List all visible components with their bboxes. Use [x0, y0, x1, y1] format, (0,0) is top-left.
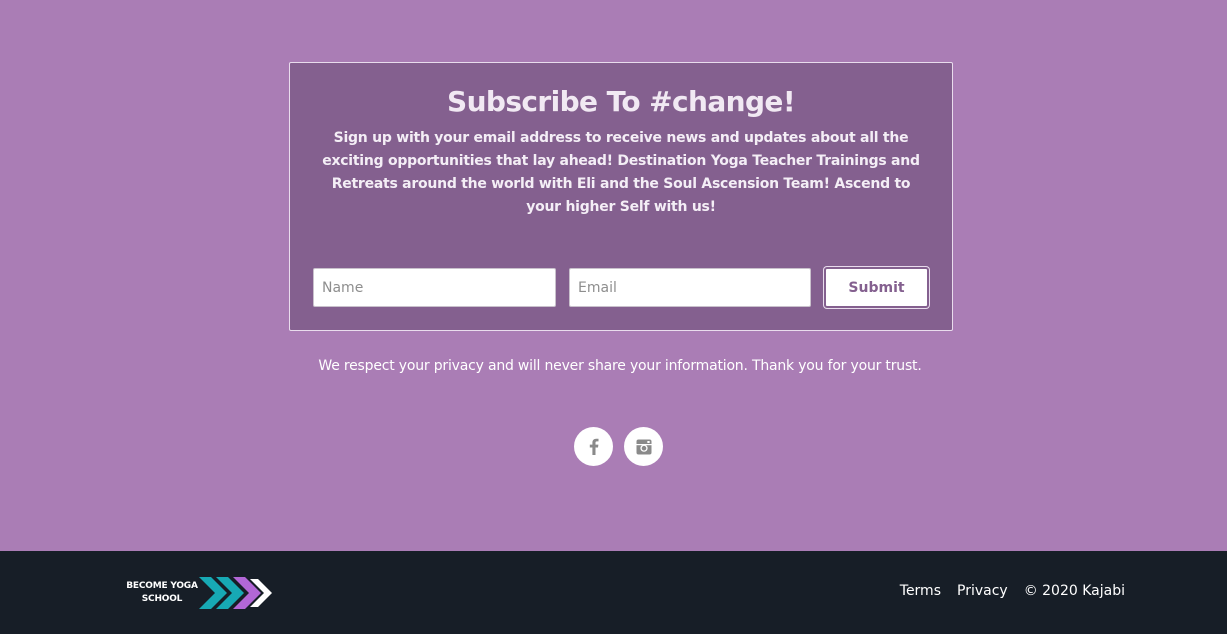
- privacy-notice: We respect your privacy and will never s…: [318, 358, 922, 374]
- facebook-link[interactable]: [574, 427, 613, 466]
- brand-logo[interactable]: BECOME YOGA SCHOOL: [122, 574, 274, 612]
- instagram-link[interactable]: [624, 427, 663, 466]
- facebook-icon: [589, 438, 598, 455]
- logo-line-2: SCHOOL: [141, 594, 183, 604]
- footer-copyright: © 2020 Kajabi: [1023, 583, 1125, 599]
- footer-link-privacy[interactable]: Privacy: [957, 583, 1008, 599]
- logo-text: BECOME YOGA SCHOOL: [122, 580, 202, 606]
- subscribe-card: Subscribe To #change! Sign up with your …: [289, 62, 953, 331]
- footer-links: Terms Privacy © 2020 Kajabi: [900, 583, 1125, 599]
- footer-link-terms[interactable]: Terms: [900, 583, 941, 599]
- chevrons-logo-icon: [199, 577, 272, 609]
- name-input[interactable]: [313, 268, 556, 307]
- email-input[interactable]: [569, 268, 811, 307]
- subscribe-title: Subscribe To #change!: [447, 85, 796, 118]
- instagram-icon: [636, 439, 651, 454]
- site-footer: BECOME YOGA SCHOOL Terms Privacy © 2020 …: [0, 551, 1227, 634]
- logo-line-1: BECOME YOGA: [126, 581, 198, 591]
- subscribe-section: Subscribe To #change! Sign up with your …: [0, 0, 1227, 551]
- submit-button[interactable]: Submit: [824, 267, 929, 308]
- subscribe-description: Sign up with your email address to recei…: [322, 130, 920, 215]
